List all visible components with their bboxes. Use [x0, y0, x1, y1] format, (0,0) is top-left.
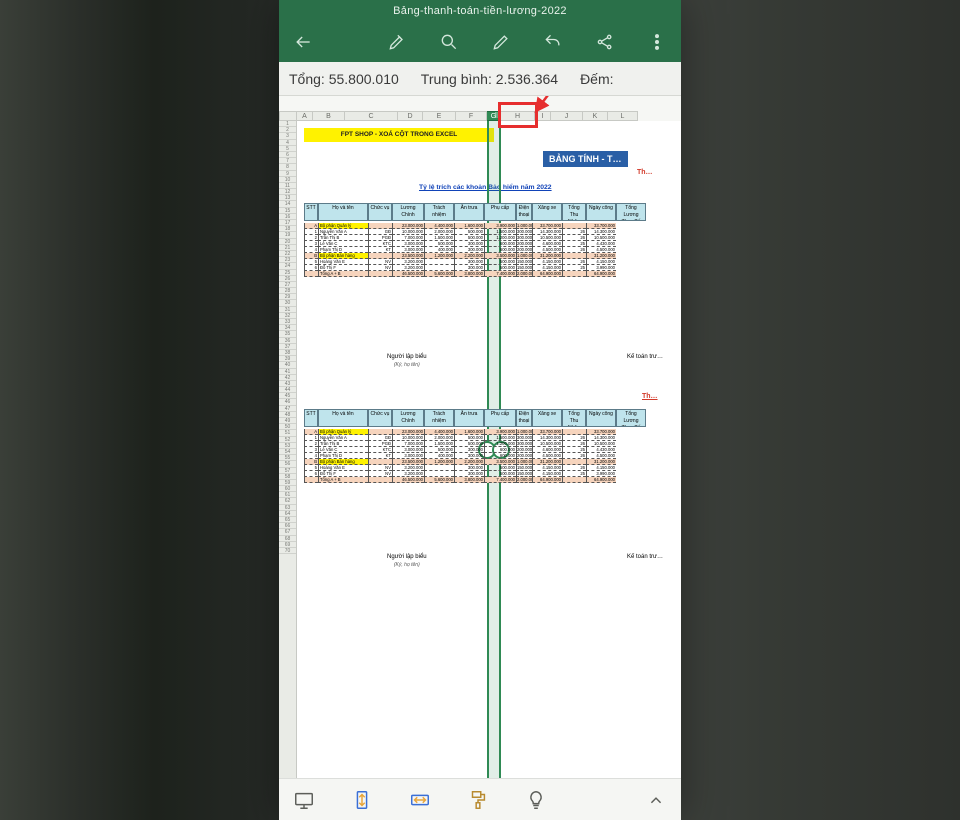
col-header-E[interactable]: E: [423, 111, 456, 121]
cell[interactable]: Tổng A + B: [318, 271, 368, 277]
cell[interactable]: 7.400.000: [484, 271, 516, 277]
pen-icon[interactable]: [385, 30, 409, 54]
month-label-2: Th…: [642, 393, 658, 400]
count-display: Đếm:: [580, 71, 613, 87]
table-col-header: Điện thoại: [516, 409, 532, 427]
col-header-D[interactable]: D: [398, 111, 423, 121]
table-col-header: Tổng Thu Nhập: [562, 203, 586, 221]
col-header-C[interactable]: C: [345, 111, 398, 121]
table-col-header: Phụ cấp: [484, 409, 516, 427]
col-header-F[interactable]: F: [456, 111, 487, 121]
table-col-header: Tổng Lương Thực Tế: [616, 409, 646, 427]
cell[interactable]: 46.500.000: [392, 271, 424, 277]
cell[interactable]: 2.000.000: [516, 477, 532, 483]
cell[interactable]: 5.600.000: [424, 271, 454, 277]
autofit-col-icon[interactable]: [407, 787, 433, 813]
cell[interactable]: 46.500.000: [392, 477, 424, 483]
column-headers[interactable]: ABCDEFGHIJKL: [279, 111, 681, 121]
select-all-corner[interactable]: [279, 111, 297, 121]
table-col-header: Xăng xe: [532, 203, 562, 221]
cell[interactable]: 3.800.000: [454, 271, 484, 277]
table-col-header: Ăn trưa: [454, 409, 484, 427]
share-icon[interactable]: [593, 30, 617, 54]
banner-heading: FPT SHOP - XOÁ CỘT TRONG EXCEL: [304, 128, 494, 142]
top-toolbar: [279, 22, 681, 62]
edit-icon[interactable]: [489, 30, 513, 54]
col-header-I[interactable]: I: [535, 111, 551, 121]
table2-header-row: STTHọ và tênChức vụLương ChínhTrách nhiệ…: [304, 409, 646, 427]
cell[interactable]: 3.800.000: [454, 477, 484, 483]
insurance-link[interactable]: Tỷ lệ trích các khoản Bảo hiểm năm 2022: [419, 184, 552, 191]
cell[interactable]: [562, 477, 586, 483]
table-col-header: Xăng xe: [532, 409, 562, 427]
cell[interactable]: 64.900.000: [586, 271, 616, 277]
table-row[interactable]: Tổng A + B 46.500.0005.600.0003.800.0007.…: [304, 477, 616, 483]
sheet-canvas[interactable]: FPT SHOP - XOÁ CỘT TRONG EXCEL BẢNG TÍNH…: [297, 121, 681, 778]
cell[interactable]: 5.600.000: [424, 477, 454, 483]
table-col-header: Điện thoại: [516, 203, 532, 221]
col-header-G[interactable]: G: [487, 111, 501, 121]
cell[interactable]: [368, 477, 392, 483]
table-col-header: Ngày công: [586, 203, 616, 221]
undo-icon[interactable]: [541, 30, 565, 54]
col-header-K[interactable]: K: [583, 111, 608, 121]
table-col-header: Chức vụ: [368, 203, 392, 221]
more-menu-icon[interactable]: [645, 30, 669, 54]
cell[interactable]: 64.900.000: [532, 477, 562, 483]
autofit-row-icon[interactable]: [349, 787, 375, 813]
format-paint-icon[interactable]: [465, 787, 491, 813]
col-header-B[interactable]: B: [313, 111, 345, 121]
signature-left-1: Người lập biểu(Ký, họ tên): [387, 353, 427, 369]
table1-header-row: STTHọ và tênChức vụLương ChínhTrách nhiệ…: [304, 203, 646, 221]
app-window: Bảng-thanh-toán-tiền-lương-2022 Tổng: 55…: [279, 0, 681, 820]
table-col-header: Chức vụ: [368, 409, 392, 427]
table-col-header: Tổng Lương Thực Tế: [616, 203, 646, 221]
document-title: Bảng-thanh-toán-tiền-lương-2022: [279, 0, 681, 22]
cell[interactable]: [304, 477, 318, 483]
table-col-header: Ngày công: [586, 409, 616, 427]
bottom-toolbar: [279, 778, 681, 820]
signature-right-1: Kế toán trư…: [627, 353, 663, 361]
table-col-header: Phụ cấp: [484, 203, 516, 221]
display-mode-icon[interactable]: [291, 787, 317, 813]
table-col-header: Họ và tên: [318, 409, 368, 427]
col-header-H[interactable]: H: [501, 111, 535, 121]
table-col-header: Họ và tên: [318, 203, 368, 221]
table-col-header: Lương Chính: [392, 203, 424, 221]
table-col-header: Lương Chính: [392, 409, 424, 427]
table-col-header: Tổng Thu Nhập: [562, 409, 586, 427]
table-col-header: Ăn trưa: [454, 203, 484, 221]
table-col-header: Trách nhiệm: [424, 203, 454, 221]
spreadsheet-viewport[interactable]: ABCDEFGHIJKL 123456789101112131415161718…: [279, 96, 681, 778]
col-header-A[interactable]: A: [297, 111, 313, 121]
cell[interactable]: [304, 271, 318, 277]
row-header[interactable]: 70: [279, 548, 296, 554]
back-button[interactable]: [291, 30, 315, 54]
avg-display: Trung bình: 2.536.364: [421, 71, 558, 87]
expand-toolbar-icon[interactable]: [643, 787, 669, 813]
cell[interactable]: [368, 271, 392, 277]
cell[interactable]: 64.900.000: [586, 477, 616, 483]
cell[interactable]: 7.400.000: [484, 477, 516, 483]
table-row[interactable]: Tổng A + B 46.500.0005.600.0003.800.0007.…: [304, 271, 616, 277]
cell[interactable]: [562, 271, 586, 277]
sheet-main-title: BẢNG TÍNH - T…: [543, 151, 628, 167]
cell[interactable]: 64.900.000: [532, 271, 562, 277]
search-icon[interactable]: [437, 30, 461, 54]
col-header-J[interactable]: J: [551, 111, 583, 121]
signature-left-2: Người lập biểu(Ký, họ tên): [387, 553, 427, 569]
sum-display: Tổng: 55.800.010: [289, 71, 399, 87]
table-col-header: STT: [304, 203, 318, 221]
cell[interactable]: Tổng A + B: [318, 477, 368, 483]
month-label-1: Th…: [637, 169, 653, 176]
cell[interactable]: 2.000.000: [516, 271, 532, 277]
row-headers[interactable]: 1234567891011121314151617181920212223242…: [279, 121, 297, 778]
signature-right-2: Kế toán trư…: [627, 553, 663, 561]
table-col-header: Trách nhiệm: [424, 409, 454, 427]
idea-bulb-icon[interactable]: [523, 787, 549, 813]
table-col-header: STT: [304, 409, 318, 427]
col-header-L[interactable]: L: [608, 111, 638, 121]
aggregate-bar: Tổng: 55.800.010 Trung bình: 2.536.364 Đ…: [279, 62, 681, 96]
